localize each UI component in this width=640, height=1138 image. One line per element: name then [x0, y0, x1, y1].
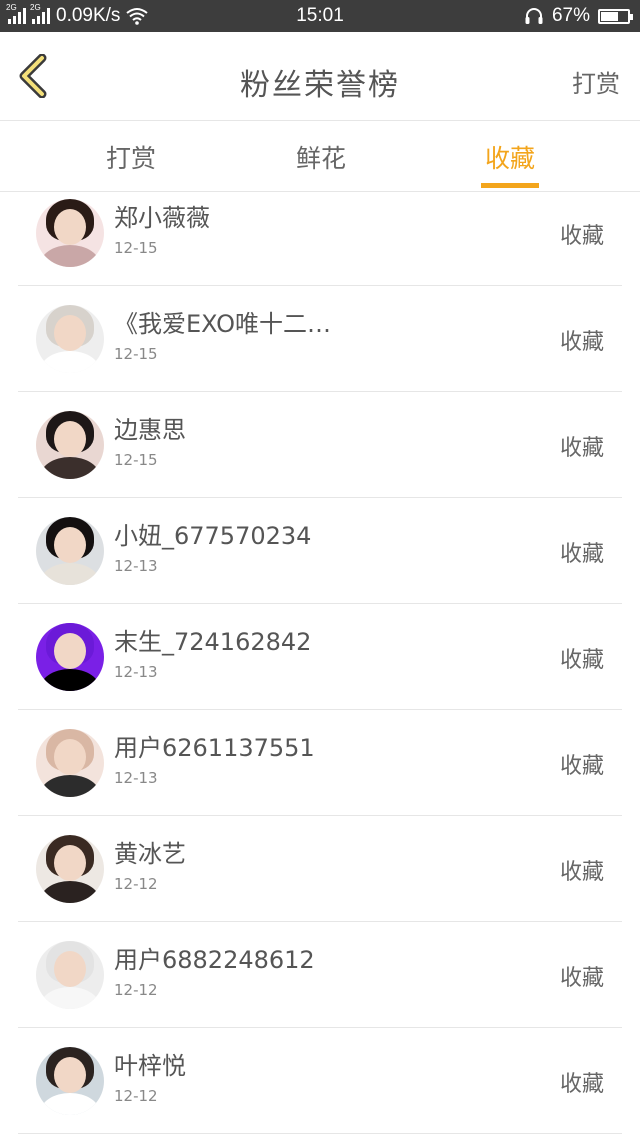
- tab-favorites[interactable]: 收藏: [450, 139, 570, 188]
- avatar: [36, 411, 104, 479]
- user-name: 小妞_677570234: [114, 522, 312, 550]
- tab-label: 打赏: [105, 144, 156, 173]
- avatar: [36, 1047, 104, 1115]
- list-item[interactable]: 小妞_677570234 12-13 收藏: [18, 498, 622, 604]
- list-item[interactable]: 末生_724162842 12-13 收藏: [18, 604, 622, 710]
- item-action-label: 收藏: [559, 436, 604, 461]
- avatar: [36, 941, 104, 1009]
- headphones-icon: [525, 8, 543, 24]
- status-right: 67%: [524, 5, 633, 27]
- item-date: 12-15: [114, 345, 158, 363]
- avatar: [36, 305, 104, 373]
- item-action-label: 收藏: [559, 330, 604, 355]
- list-item[interactable]: 边惠思 12-15 收藏: [18, 392, 622, 498]
- avatar: [36, 623, 104, 691]
- user-name: 《我爱EXO唯十二…: [114, 310, 331, 338]
- list-item[interactable]: 黄冰艺 12-12 收藏: [18, 816, 622, 922]
- item-date: 12-12: [114, 875, 158, 893]
- item-date: 12-13: [114, 557, 158, 575]
- list-item[interactable]: 用户6882248612 12-12 收藏: [18, 922, 622, 1028]
- avatar: [36, 729, 104, 797]
- list-item[interactable]: 郑小薇薇 12-15 收藏: [18, 180, 622, 286]
- avatar: [36, 517, 104, 585]
- avatar: [36, 835, 104, 903]
- item-date: 12-12: [114, 981, 158, 999]
- user-name: 黄冰艺: [114, 840, 186, 868]
- item-date: 12-13: [114, 663, 158, 681]
- list-item[interactable]: 《我爱EXO唯十二… 12-15 收藏: [18, 286, 622, 392]
- item-action-label: 收藏: [559, 1072, 604, 1097]
- item-date: 12-15: [114, 451, 158, 469]
- item-action-label: 收藏: [559, 542, 604, 567]
- item-action-label: 收藏: [559, 754, 604, 779]
- fan-list: 郑小薇薇 12-15 收藏 《我爱EXO唯十二… 12-15 收藏 边惠思 12…: [18, 180, 622, 1134]
- user-name: 末生_724162842: [114, 628, 312, 656]
- item-date: 12-15: [114, 239, 158, 257]
- item-action-label: 收藏: [559, 224, 604, 249]
- list-item[interactable]: 叶梓悦 12-12 收藏: [18, 1028, 622, 1134]
- user-name: 用户6882248612: [114, 946, 315, 974]
- user-name: 用户6261137551: [114, 734, 315, 762]
- item-action-label: 收藏: [559, 648, 604, 673]
- item-action-label: 收藏: [559, 860, 604, 885]
- battery-icon: [598, 8, 633, 24]
- user-name: 叶梓悦: [114, 1052, 186, 1080]
- tab-label: 收藏: [484, 144, 535, 173]
- user-name: 边惠思: [114, 416, 186, 444]
- status-bar: 2G 2G 0.09K/s 15:01 67%: [0, 0, 640, 32]
- item-date: 12-12: [114, 1087, 158, 1105]
- battery-percent: 67%: [551, 5, 590, 26]
- tab-reward[interactable]: 打赏: [71, 139, 191, 175]
- list-item[interactable]: 用户6261137551 12-13 收藏: [18, 710, 622, 816]
- item-action-label: 收藏: [559, 966, 604, 991]
- app-header: 粉丝荣誉榜 打赏: [0, 32, 640, 121]
- reward-button[interactable]: 打赏: [572, 64, 620, 99]
- item-date: 12-13: [114, 769, 158, 787]
- avatar: [36, 199, 104, 267]
- tab-label: 鲜花: [295, 144, 346, 173]
- tab-flowers[interactable]: 鲜花: [261, 139, 381, 175]
- user-name: 郑小薇薇: [114, 204, 210, 232]
- page-title: 粉丝荣誉榜: [240, 68, 400, 103]
